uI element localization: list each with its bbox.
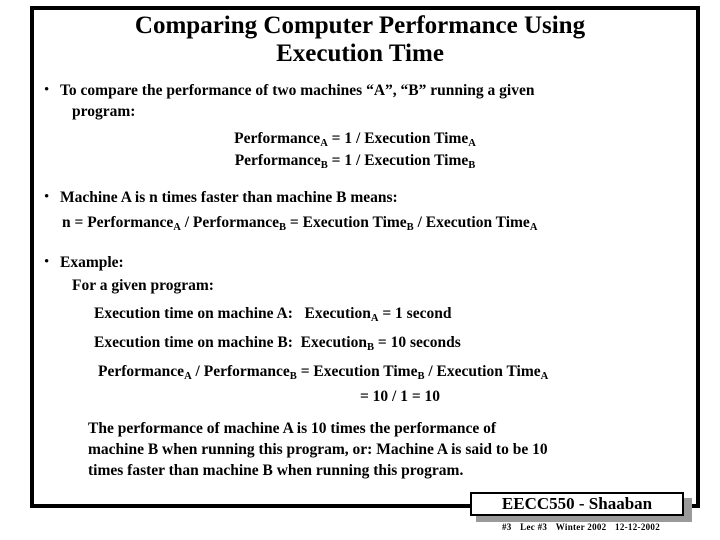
formula-n-ratio-over-sub: B (279, 221, 287, 233)
formula-performance-b: PerformanceB = 1 / Execution TimeB (120, 150, 590, 171)
example-machine-b-expr: Execution (300, 334, 367, 351)
formula-example-ratio-lhs-sub: A (184, 370, 192, 382)
example-machine-b-label: Execution time on machine B: (94, 334, 293, 351)
example-machine-a-label: Execution time on machine A: (94, 305, 293, 322)
page-title-line2: Execution Time (276, 40, 444, 67)
formula-performance-b-lhs-sub: B (320, 159, 328, 171)
formula-n-ratio-n: n = Performance (62, 214, 174, 231)
page-title-line1: Comparing Computer Performance Using (134, 12, 586, 39)
footer-badge: EECC550 - Shaaban (470, 492, 692, 522)
formula-performance-a-rhs-sub: A (468, 137, 476, 149)
formula-performance-b-one: 1 / (344, 152, 361, 169)
formula-n-ratio-tail: / Execution Time (417, 214, 530, 231)
formula-performance-b-eq: = (331, 152, 341, 169)
example-machine-b-line: Execution time on machine B: ExecutionB … (94, 332, 461, 353)
bullet-label-compare: To compare the performance of two machin… (60, 82, 535, 99)
footer-term: Winter 2002 (555, 522, 607, 532)
formula-performance-a-lhs: Performance (234, 130, 321, 147)
formula-performance-a-one: 1 / (344, 130, 361, 147)
formula-performance-a: PerformanceA = 1 / Execution TimeA (120, 128, 590, 149)
formula-n-ratio-over: / Performance (184, 214, 279, 231)
formula-performance-b-rhs-sub: B (468, 159, 476, 171)
slide-canvas: Comparing Computer Performance Using Exe… (0, 0, 720, 540)
footer-course-label: EECC550 - Shaaban (501, 494, 653, 513)
bullet-item-example: • Example: (44, 252, 674, 273)
bullet-item-compare: • To compare the performance of two mach… (44, 80, 674, 101)
conclusion-line-2: machine B when running this program, or:… (88, 441, 548, 458)
formula-example-ratio-lhs: Performance (98, 363, 185, 380)
footer-date: 12-12-2002 (615, 522, 661, 532)
example-machine-b-expr-sub: B (366, 341, 374, 353)
bullet-marker-icon: • (44, 254, 50, 270)
bullet-label-example: Example: (60, 254, 124, 271)
footer-meta: #3 Lec #3 Winter 2002 12-12-2002 (470, 522, 692, 533)
example-subtitle-given-program: For a given program: (72, 277, 214, 294)
formula-performance-b-rhs: Execution Time (364, 152, 469, 169)
bullet-marker-icon: • (44, 189, 50, 205)
conclusion-paragraph: The performance of machine A is 10 times… (88, 418, 668, 481)
formula-example-ratio-over-sub: B (289, 370, 297, 382)
formula-performance-b-lhs: Performance (234, 152, 321, 169)
footer-slide-number: #3 (501, 522, 512, 532)
formula-example-ratio-eq-sub: B (417, 370, 425, 382)
formula-n-ratio-eq-sub: B (406, 221, 414, 233)
formula-n-ratio-eq: = Execution Time (289, 214, 407, 231)
example-machine-a-expr: Execution (304, 305, 371, 322)
formula-performance-a-eq: = (331, 130, 341, 147)
page-title: Comparing Computer Performance Using Exe… (60, 12, 660, 68)
formula-example-ratio-tail-sub: A (540, 370, 549, 382)
bullet-item-n-times-faster: • Machine A is n times faster than machi… (44, 187, 674, 208)
example-machine-a-expr-sub: A (370, 312, 379, 324)
formula-performance-a-lhs-sub: A (320, 137, 328, 149)
footer-badge-box: EECC550 - Shaaban (470, 492, 684, 516)
footer-lecture-number: Lec #3 (520, 522, 548, 532)
example-machine-a-line: Execution time on machine A: ExecutionA … (94, 303, 451, 324)
formula-n-ratio-tail-sub: A (529, 221, 538, 233)
bullet-label-n-times-faster: Machine A is n times faster than machine… (60, 189, 398, 206)
formula-example-result: = 10 / 1 = 10 (359, 388, 441, 405)
bullet-continuation-program: program: (72, 103, 136, 120)
formula-n-ratio: n = PerformanceA / PerformanceB = Execut… (62, 212, 537, 233)
bullet-marker-icon: • (44, 82, 50, 98)
formula-example-ratio: PerformanceA / PerformanceB = Execution … (98, 361, 548, 382)
formula-example-ratio-tail: / Execution Time (428, 363, 541, 380)
conclusion-line-1: The performance of machine A is 10 times… (88, 420, 497, 437)
formula-performance-a-rhs: Execution Time (364, 130, 469, 147)
example-machine-a-value: = 1 second (382, 305, 452, 322)
conclusion-line-3: times faster than machine B when running… (88, 462, 464, 479)
formula-example-ratio-over: / Performance (195, 363, 290, 380)
formula-n-ratio-n-sub: A (173, 221, 181, 233)
formula-example-ratio-eq: = Execution Time (300, 363, 418, 380)
example-machine-b-value: = 10 seconds (377, 334, 461, 351)
